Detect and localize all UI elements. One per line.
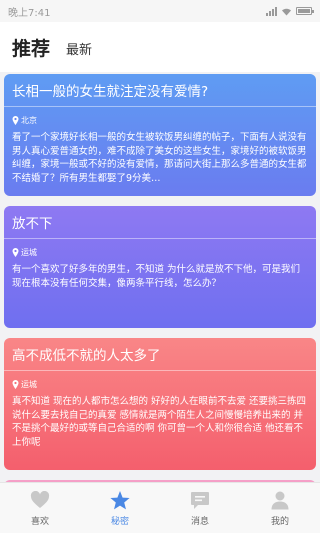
star-icon	[109, 489, 131, 511]
location-label: 运城	[21, 248, 37, 257]
post-card[interactable]: 高不成低不就的人太多了 运城 真不知道 现在的人都市怎么想的 好好的人在眼前不去…	[4, 338, 316, 470]
signal-icon	[266, 6, 277, 16]
location-label: 运城	[21, 380, 37, 389]
post-title: 长相一般的女生就注定没有爱情?	[12, 84, 209, 100]
post-body: 看了一个家境好长相一般的女生被软饭男纠缠的帖子，下面有人说没有男人真心爱普通女的…	[12, 132, 307, 184]
status-icons	[266, 6, 314, 16]
tab-label: 秘密	[110, 517, 129, 527]
status-bar: 晚上7:41	[0, 0, 320, 22]
wifi-icon	[282, 8, 291, 15]
post-title: 高不成低不就的人太多了	[12, 348, 161, 364]
tab-label: 喜欢	[30, 517, 49, 527]
post-card[interactable]: 放不下 运城 有一个喜欢了好多年的男生，不知道 为什么就是放不下他，可是我们现在…	[4, 206, 316, 328]
post-location: 运城	[4, 239, 316, 258]
post-body: 有一个喜欢了好多年的男生，不知道 为什么就是放不下他，可是我们现在根本没有任何交…	[12, 264, 301, 289]
tab-profile[interactable]: 我的	[240, 489, 320, 527]
message-icon	[189, 489, 211, 511]
tab-secret[interactable]: 秘密	[80, 489, 160, 527]
post-feed[interactable]: 长相一般的女生就注定没有爱情? 北京 看了一个家境好长相一般的女生被软饭男纠缠的…	[0, 72, 320, 482]
battery-icon	[296, 7, 314, 15]
post-location: 北京	[4, 107, 316, 126]
top-tabs: 推荐 最新	[0, 22, 320, 72]
location-pin-icon	[12, 380, 19, 389]
tab-like[interactable]: 喜欢	[0, 489, 80, 527]
post-title: 放不下	[12, 216, 53, 232]
tab-latest[interactable]: 最新	[66, 39, 92, 58]
tab-messages[interactable]: 消息	[160, 489, 240, 527]
post-card[interactable]: 长相一般的女生就注定没有爱情? 北京 看了一个家境好长相一般的女生被软饭男纠缠的…	[4, 74, 316, 196]
post-location: 运城	[4, 371, 316, 390]
bottom-tab-bar: 喜欢 秘密 消息 我的	[0, 482, 320, 533]
heart-icon	[29, 489, 51, 511]
tab-recommend[interactable]: 推荐	[12, 34, 50, 61]
post-body: 真不知道 现在的人都市怎么想的 好好的人在眼前不去爱 还要挑三拣四 说什么要去找…	[12, 396, 307, 448]
status-time: 晚上7:41	[8, 7, 51, 19]
person-icon	[269, 489, 291, 511]
tab-label: 我的	[270, 517, 289, 527]
location-pin-icon	[12, 248, 19, 257]
tab-label: 消息	[190, 517, 209, 527]
location-pin-icon	[12, 116, 19, 125]
location-label: 北京	[21, 116, 37, 125]
